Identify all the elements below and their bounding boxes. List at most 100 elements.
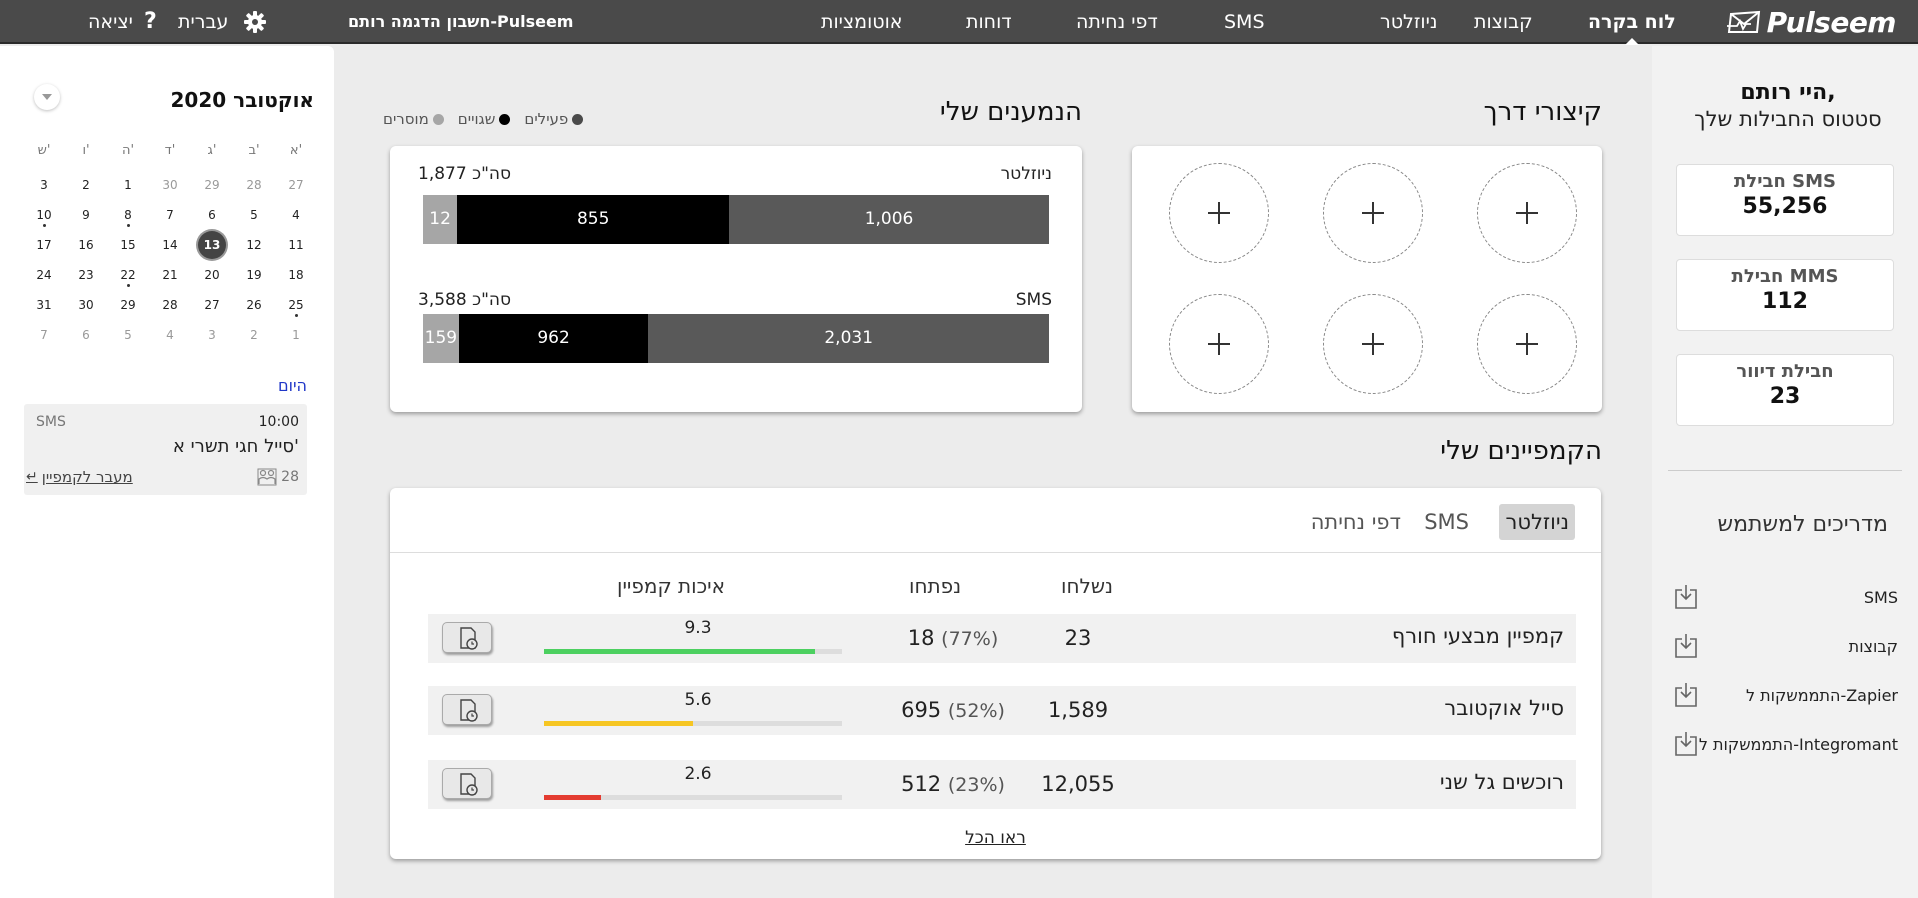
calendar-day[interactable]: 1 <box>275 320 317 350</box>
tab-landing-pages[interactable]: דפי נחיתה <box>1305 504 1407 540</box>
calendar-day[interactable]: 4 <box>275 200 317 230</box>
pulseem-logo[interactable]: Pulseem <box>1726 4 1897 40</box>
add-shortcut-button[interactable] <box>1169 294 1269 394</box>
campaign-open-pct: (52%) <box>947 700 1005 722</box>
download-icon[interactable] <box>1674 731 1698 757</box>
calendar-day[interactable]: 27 <box>191 290 233 320</box>
calendar-day[interactable]: 10 <box>23 200 65 230</box>
calendar-day[interactable]: 7 <box>149 200 191 230</box>
add-shortcut-button[interactable] <box>1323 294 1423 394</box>
calendar-day[interactable]: 27 <box>275 170 317 200</box>
calendar-day[interactable]: 18 <box>275 260 317 290</box>
add-shortcut-button[interactable] <box>1323 163 1423 263</box>
calendar-day[interactable]: 11 <box>275 230 317 260</box>
calendar-day[interactable]: 14 <box>149 230 191 260</box>
guide-item-integromant[interactable]: התממשקות ל-Integromant <box>1674 731 1898 759</box>
calendar-day[interactable]: 6 <box>191 200 233 230</box>
calendar-day[interactable]: 9 <box>65 200 107 230</box>
calendar-day[interactable]: 17 <box>23 230 65 260</box>
calendar-day[interactable]: 16 <box>65 230 107 260</box>
campaign-report-button[interactable] <box>442 768 492 799</box>
calendar-day[interactable]: 5 <box>107 320 149 350</box>
guide-item-zapier[interactable]: התממשקות ל-Zapier <box>1674 682 1898 710</box>
calendar-day[interactable]: 28 <box>233 170 275 200</box>
calendar-day[interactable]: 25 <box>275 290 317 320</box>
calendar-day[interactable]: 12 <box>233 230 275 260</box>
add-shortcut-button[interactable] <box>1169 163 1269 263</box>
calendar-day-number: 31 <box>36 298 52 312</box>
guide-item-sms[interactable]: SMS <box>1674 584 1898 612</box>
recipients-panel: ניוזלטר סה"כ 1,877 12 855 1,006 SMS סה"כ 3… <box>390 146 1082 412</box>
calendar-day[interactable]: 23 <box>65 260 107 290</box>
language-selector[interactable]: עברית <box>178 0 228 44</box>
campaign-name[interactable]: סייל אוקטובר <box>1444 696 1564 720</box>
go-to-campaign-link[interactable]: ↵ מעבר לקמפיין <box>26 468 133 486</box>
calendar-day[interactable]: 24 <box>23 260 65 290</box>
calendar-day[interactable]: 7 <box>23 320 65 350</box>
download-icon[interactable] <box>1674 633 1698 659</box>
nav-reports[interactable]: דוחות <box>966 0 1012 44</box>
recipients-bar-sms: 159 962 2,031 <box>423 314 1049 363</box>
calendar-day-number: 7 <box>166 208 174 222</box>
nav-sms[interactable]: SMS <box>1224 0 1265 44</box>
calendar-day[interactable]: 2 <box>233 320 275 350</box>
calendar-day-number: 8 <box>124 208 132 222</box>
tab-newsletter[interactable]: ניוזלטר <box>1499 504 1575 540</box>
see-all-campaigns-link[interactable]: ראו הכל <box>390 828 1601 848</box>
calendar-day[interactable]: 29 <box>191 170 233 200</box>
add-shortcut-button[interactable] <box>1477 163 1577 263</box>
calendar-day[interactable]: 30 <box>65 290 107 320</box>
campaign-row[interactable]: סייל אוקטובר 1,589 695 (52%) 5.6 <box>428 686 1576 735</box>
calendar-day[interactable]: 20 <box>191 260 233 290</box>
chevron-down-icon[interactable] <box>34 84 60 110</box>
campaign-report-button[interactable] <box>442 622 492 653</box>
campaign-report-button[interactable] <box>442 694 492 725</box>
campaign-sent: 23 <box>1064 626 1092 650</box>
today-link[interactable]: היום <box>278 376 307 395</box>
nav-newsletter[interactable]: ניוזלטר <box>1380 0 1437 44</box>
logout-link[interactable]: יציאה <box>88 0 133 44</box>
nav-dashboard[interactable]: לוח בקרה <box>1588 0 1676 45</box>
campaign-name[interactable]: רוכשים גל שני <box>1440 770 1564 794</box>
add-shortcut-button[interactable] <box>1477 294 1577 394</box>
nav-automations[interactable]: אוטומציות <box>821 0 902 44</box>
campaign-row[interactable]: רוכשים גל שני 12,055 512 (23%) 2.6 <box>428 760 1576 809</box>
event-time: 10:00 <box>258 414 299 430</box>
nav-landing-pages[interactable]: דפי נחיתה <box>1076 0 1158 44</box>
calendar-day[interactable]: 2 <box>65 170 107 200</box>
weekday-label: א' <box>289 143 303 158</box>
campaign-name[interactable]: קמפיין מבצעי חורף <box>1392 624 1564 648</box>
download-icon[interactable] <box>1674 682 1698 708</box>
nav-groups[interactable]: קבוצות <box>1474 0 1533 44</box>
calendar-day[interactable]: 21 <box>149 260 191 290</box>
calendar-day[interactable]: 22 <box>107 260 149 290</box>
calendar-day-number: 6 <box>82 328 90 342</box>
calendar-day-number: 14 <box>162 238 178 252</box>
calendar-day-today[interactable]: 13 <box>191 230 233 260</box>
calendar-day[interactable]: 1 <box>107 170 149 200</box>
calendar-day[interactable]: 28 <box>149 290 191 320</box>
calendar-day[interactable]: 6 <box>65 320 107 350</box>
help-icon[interactable]: ? <box>144 0 157 44</box>
account-name[interactable]: חשבון הדגמה רותם-Pulseem <box>348 0 573 44</box>
calendar-day[interactable]: 3 <box>191 320 233 350</box>
guide-item-groups[interactable]: קבוצות <box>1674 633 1898 661</box>
gear-icon[interactable] <box>244 11 266 35</box>
calendar-day[interactable]: 29 <box>107 290 149 320</box>
calendar-day[interactable]: 4 <box>149 320 191 350</box>
calendar-day[interactable]: 15 <box>107 230 149 260</box>
calendar-day[interactable]: 3 <box>23 170 65 200</box>
calendar-day-number: 29 <box>120 298 136 312</box>
tab-sms[interactable]: SMS <box>1418 504 1475 540</box>
quality-bar-fill <box>544 721 693 726</box>
calendar-week-row: 1 2 3 4 5 6 7 <box>23 320 317 350</box>
calendar-day[interactable]: 31 <box>23 290 65 320</box>
calendar-day[interactable]: 8 <box>107 200 149 230</box>
calendar-day[interactable]: 19 <box>233 260 275 290</box>
campaign-row[interactable]: קמפיין מבצעי חורף 23 18 (77%) 9.3 <box>428 614 1576 663</box>
calendar-day[interactable]: 5 <box>233 200 275 230</box>
calendar-day[interactable]: 26 <box>233 290 275 320</box>
calendar-event-card[interactable]: 10:00 SMS סייל חגי תשרי א' 28 ↵ מעבר לקמ… <box>24 404 307 495</box>
download-icon[interactable] <box>1674 584 1698 610</box>
calendar-day[interactable]: 30 <box>149 170 191 200</box>
